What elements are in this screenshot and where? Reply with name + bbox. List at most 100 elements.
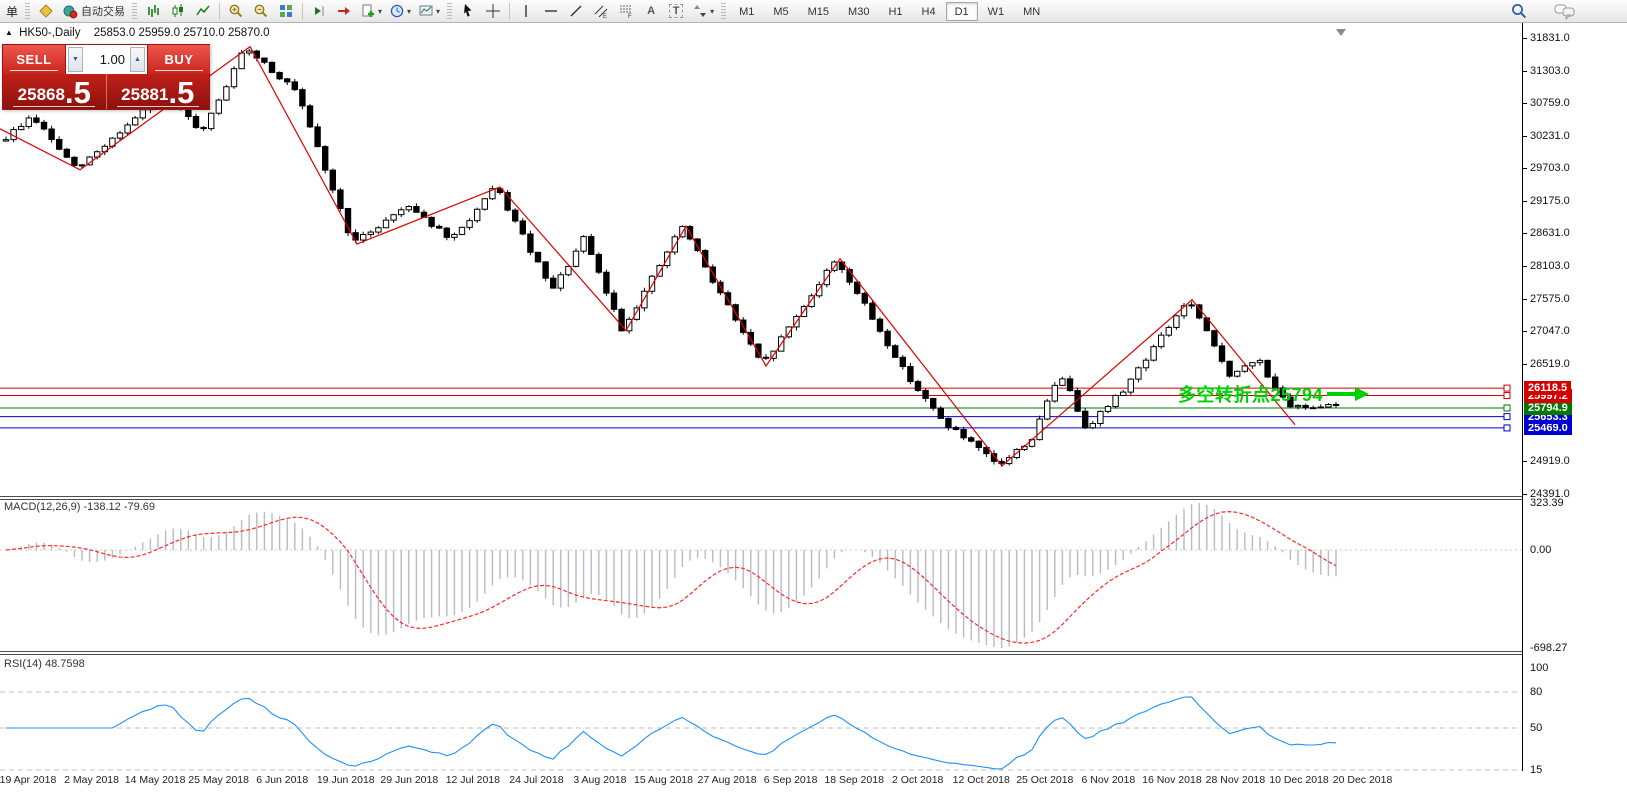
template-icon xyxy=(418,3,434,19)
svg-text:F: F xyxy=(628,14,632,19)
date-label: 3 Aug 2018 xyxy=(573,774,626,786)
auto-scroll-button[interactable] xyxy=(307,1,331,21)
axis-tick xyxy=(1523,136,1527,137)
autotrading-button[interactable]: 自动交易 xyxy=(59,1,128,21)
buy-button[interactable]: BUY xyxy=(148,45,210,74)
axis-tick-label: 30759.0 xyxy=(1530,97,1570,109)
toolbar-separator xyxy=(219,3,220,20)
axis-tick xyxy=(1523,331,1527,332)
bar-chart-button[interactable] xyxy=(141,1,165,21)
tab-timeframe-m15[interactable]: M15 xyxy=(799,2,838,21)
crosshair-icon xyxy=(485,3,501,19)
one-click-trading-panel: SELL ▼ ▲ BUY 25868.5 25881.5 xyxy=(2,44,210,110)
date-label: 2 Oct 2018 xyxy=(892,774,943,786)
new-chart-icon xyxy=(360,3,376,19)
axis-tick xyxy=(1523,38,1527,39)
volume-control: ▼ ▲ xyxy=(65,45,148,74)
axis-tick xyxy=(1523,461,1527,462)
tab-timeframe-h4[interactable]: H4 xyxy=(913,2,945,21)
macd-axis-label: -698.27 xyxy=(1530,642,1567,654)
price-axis[interactable]: 31831.031303.030759.030231.029703.029175… xyxy=(1522,23,1626,771)
menu-order[interactable]: 单 xyxy=(3,3,21,20)
cursor-button[interactable] xyxy=(456,1,480,21)
volume-increase-button[interactable]: ▲ xyxy=(130,47,145,72)
horizontal-line-button[interactable] xyxy=(539,1,563,21)
rsi-axis-label: 80 xyxy=(1530,686,1542,698)
period-button[interactable]: ▾ xyxy=(386,1,414,21)
channel-button[interactable]: E xyxy=(589,1,613,21)
fibonacci-button[interactable]: F xyxy=(614,1,638,21)
search-button[interactable] xyxy=(1507,1,1531,21)
text-label-icon: T xyxy=(669,4,684,18)
axis-tick xyxy=(1523,266,1527,267)
date-label: 15 Aug 2018 xyxy=(634,774,693,786)
volume-decrease-button[interactable]: ▼ xyxy=(68,47,83,72)
tile-windows-button[interactable] xyxy=(274,1,298,21)
axis-tick-label: 27575.0 xyxy=(1530,293,1570,305)
chevron-down-icon: ▾ xyxy=(378,7,382,16)
chart-shift-button[interactable] xyxy=(332,1,356,21)
cursor-icon xyxy=(460,3,476,19)
date-label: 6 Nov 2018 xyxy=(1081,774,1135,786)
crosshair-button[interactable] xyxy=(481,1,505,21)
tab-timeframe-mn[interactable]: MN xyxy=(1014,2,1049,21)
text-label-button[interactable]: T xyxy=(664,1,688,21)
axis-tick-label: 29175.0 xyxy=(1530,195,1570,207)
panel-separator[interactable] xyxy=(0,651,1522,655)
shapes-button[interactable]: ▾ xyxy=(689,1,717,21)
date-axis[interactable]: 19 Apr 20182 May 201814 May 201825 May 2… xyxy=(0,772,1522,794)
price-chart-canvas[interactable] xyxy=(0,23,1522,496)
tab-timeframe-m5[interactable]: M5 xyxy=(764,2,797,21)
axis-tick-label: 30231.0 xyxy=(1530,130,1570,142)
axis-tick xyxy=(1523,494,1527,495)
trendline-button[interactable] xyxy=(564,1,588,21)
axis-tick-label: 26519.0 xyxy=(1530,358,1570,370)
tab-timeframe-m30[interactable]: M30 xyxy=(839,2,878,21)
date-label: 6 Sep 2018 xyxy=(764,774,818,786)
triangle-down-icon: ▼ xyxy=(72,56,79,63)
rsi-indicator-label: RSI(14) 48.7598 xyxy=(4,658,85,670)
axis-tick xyxy=(1523,168,1527,169)
svg-text:E: E xyxy=(603,14,607,19)
zoom-in-icon xyxy=(228,3,244,19)
date-label: 20 Dec 2018 xyxy=(1333,774,1393,786)
text-button[interactable]: A xyxy=(639,1,663,21)
rsi-axis-label: 15 xyxy=(1530,764,1542,776)
vertical-line-button[interactable] xyxy=(514,1,538,21)
zoom-out-button[interactable] xyxy=(249,1,273,21)
tab-timeframe-w1[interactable]: W1 xyxy=(979,2,1014,21)
axis-tick-label: 24919.0 xyxy=(1530,455,1570,467)
template-button[interactable]: ▾ xyxy=(415,1,443,21)
tab-timeframe-d1[interactable]: D1 xyxy=(946,2,978,21)
axis-tick-label: 28631.0 xyxy=(1530,227,1570,239)
chat-icon xyxy=(1554,2,1576,20)
chart-annotation[interactable]: 多空转折点25794 xyxy=(1178,381,1370,407)
macd-panel-canvas[interactable] xyxy=(0,500,1522,651)
rsi-panel-canvas[interactable] xyxy=(0,656,1522,774)
tab-timeframe-h1[interactable]: H1 xyxy=(879,2,911,21)
chat-button[interactable] xyxy=(1551,1,1579,21)
axis-tick xyxy=(1523,201,1527,202)
toolbar: 单 自动交易 xyxy=(0,0,1627,23)
chart-title: ▲ HK50-,Daily 25853.0 25959.0 25710.0 25… xyxy=(5,27,270,39)
ohlc-values: 25853.0 25959.0 25710.0 25870.0 xyxy=(94,27,270,39)
volume-input[interactable] xyxy=(85,45,128,74)
order-button[interactable] xyxy=(34,1,58,21)
date-label: 2 May 2018 xyxy=(64,774,119,786)
new-chart-button[interactable]: ▾ xyxy=(357,1,385,21)
chevron-down-icon: ▾ xyxy=(710,7,714,16)
sell-button[interactable]: SELL xyxy=(3,45,65,74)
panel-separator[interactable] xyxy=(0,496,1522,500)
line-chart-button[interactable] xyxy=(191,1,215,21)
zoom-in-button[interactable] xyxy=(224,1,248,21)
date-label: 24 Jul 2018 xyxy=(509,774,563,786)
macd-axis-label: 0.00 xyxy=(1530,544,1551,556)
candlestick-chart-button[interactable] xyxy=(166,1,190,21)
date-label: 6 Jun 2018 xyxy=(256,774,308,786)
date-label: 14 May 2018 xyxy=(125,774,186,786)
rsi-axis-label: 100 xyxy=(1530,662,1548,674)
chevron-down-icon: ▾ xyxy=(436,7,440,16)
tab-timeframe-m1[interactable]: M1 xyxy=(730,2,763,21)
axis-tick xyxy=(1523,103,1527,104)
symbol-marker-icon: ▲ xyxy=(5,28,13,37)
